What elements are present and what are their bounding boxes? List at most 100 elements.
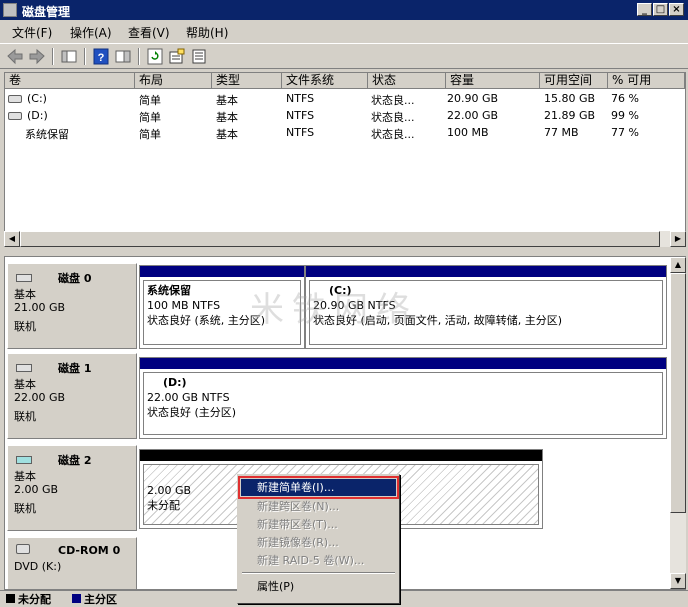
cell-free-space: 15.80 GB [544,92,596,105]
legend-unallocated: 未分配 [18,593,51,606]
unallocated-legend-swatch [6,594,15,603]
maximize-button[interactable]: □ [653,3,668,16]
column-header-status[interactable]: 状态 [368,73,446,89]
show-hide-console-tree-icon[interactable] [60,48,78,65]
disk-2-label[interactable]: 磁盘 2 基本 2.00 GB 联机 [7,445,137,531]
cell-percent-free: 76 % [611,92,639,105]
export-list-icon[interactable] [190,48,208,65]
context-menu: 新建简单卷(I)... 新建跨区卷(N)... 新建带区卷(T)... 新建镜像… [237,474,400,604]
menu-file[interactable]: 文件(F) [12,24,52,41]
cell-layout: 简单 [139,128,161,141]
cell-free-space: 21.89 GB [544,109,596,122]
cell-filesystem: NTFS [286,92,315,105]
disk-size: 22.00 GB [14,391,66,404]
menu-help[interactable]: 帮助(H) [186,24,228,41]
menu-separator [242,572,395,574]
window-title: 磁盘管理 [22,5,71,19]
volume-icon [8,95,22,103]
menu-item-new-mirrored-volume[interactable]: 新建镜像卷(R)... [241,534,396,551]
cell-filesystem: NTFS [286,126,315,139]
disk-name: 磁盘 2 [58,454,92,467]
disk-type: 基本 [14,288,36,301]
back-arrow-icon[interactable] [6,48,24,65]
cell-layout: 简单 [139,111,161,124]
column-header-free-space[interactable]: 可用空间 [540,73,608,89]
scroll-right-icon[interactable]: ▶ [670,231,686,247]
disk-status: 联机 [14,320,36,333]
disk-icon [16,456,32,464]
refresh-icon[interactable] [146,48,164,65]
unallocated-bar [140,450,542,461]
menu-item-new-spanned-volume[interactable]: 新建跨区卷(N)... [241,498,396,515]
menu-action[interactable]: 操作(A) [70,24,112,41]
scroll-down-icon[interactable]: ▼ [670,573,686,589]
disk-icon [16,364,32,372]
disk-status: 联机 [14,502,36,515]
menu-item-new-simple-volume[interactable]: 新建简单卷(I)... [238,476,399,499]
primary-partition-bar [140,266,304,277]
column-header-capacity[interactable]: 容量 [446,73,540,89]
disk-icon [16,274,32,282]
menu-item-new-striped-volume[interactable]: 新建带区卷(T)... [241,516,396,533]
disk-size: 2.00 GB [14,483,59,496]
close-button[interactable]: × [669,3,684,16]
scroll-up-icon[interactable]: ▲ [670,257,686,273]
column-header-filesystem[interactable]: 文件系统 [282,73,368,89]
cell-volume: 系统保留 [25,128,69,141]
menu-item-new-raid5-volume[interactable]: 新建 RAID-5 卷(W)... [241,552,396,569]
cell-capacity: 22.00 GB [447,109,499,122]
scroll-left-icon[interactable]: ◀ [4,231,20,247]
table-row[interactable]: (D:) 简单 基本 NTFS 状态良... 22.00 GB 21.89 GB… [5,108,685,124]
disk-name: 磁盘 1 [58,362,92,375]
scroll-thumb[interactable] [20,231,660,247]
menu-bar: 文件(F) 操作(A) 查看(V) 帮助(H) [0,20,688,42]
minimize-button[interactable]: _ [637,3,652,16]
cell-type: 基本 [216,111,238,124]
table-row[interactable]: (C:) 简单 基本 NTFS 状态良... 20.90 GB 15.80 GB… [5,91,685,107]
cell-status: 状态良... [371,111,415,124]
disk-name: 磁盘 0 [58,272,92,285]
cell-volume: (D:) [27,109,48,122]
forward-arrow-icon[interactable] [28,48,46,65]
partition-size: 22.00 GB NTFS [147,391,230,404]
title-bar: 磁盘管理 _ □ × [0,0,688,20]
cell-status: 状态良... [371,128,415,141]
table-row[interactable]: 系统保留 简单 基本 NTFS 状态良... 100 MB 77 MB 77 % [5,125,685,141]
watermark: 米铁网络 [250,290,418,330]
cell-free-space: 77 MB [544,126,579,139]
primary-legend-swatch [72,594,81,603]
partition-d[interactable]: (D:) 22.00 GB NTFS 状态良好 (主分区) [139,357,667,439]
volume-icon [8,112,22,120]
cell-percent-free: 99 % [611,109,639,122]
cdrom-0-label[interactable]: CD-ROM 0 DVD (K:) [7,537,137,589]
vertical-scrollbar[interactable]: ▲ ▼ [670,257,686,589]
cell-volume: (C:) [27,92,47,105]
cell-layout: 简单 [139,94,161,107]
menu-view[interactable]: 查看(V) [128,24,170,41]
disk-type: DVD (K:) [14,560,62,573]
disk-1-label[interactable]: 磁盘 1 基本 22.00 GB 联机 [7,353,137,439]
disk-0-label[interactable]: 磁盘 0 基本 21.00 GB 联机 [7,263,137,349]
properties-pane-icon[interactable] [114,48,132,65]
help-icon[interactable]: ? [92,48,110,65]
toolbar-separator [84,48,86,65]
horizontal-scrollbar[interactable]: ◀ ▶ [4,231,686,247]
cell-percent-free: 77 % [611,126,639,139]
disk-size: 21.00 GB [14,301,66,314]
column-header-type[interactable]: 类型 [212,73,282,89]
cell-capacity: 100 MB [447,126,489,139]
cell-type: 基本 [216,128,238,141]
column-header-percent-free[interactable]: % 可用 [608,73,685,89]
column-header-volume[interactable]: 卷 [5,73,135,89]
scroll-thumb[interactable] [670,273,686,513]
properties-icon[interactable] [168,48,186,65]
disk-management-app-icon [3,3,17,17]
toolbar-separator [138,48,140,65]
partition-status: 状态良好 (主分区) [147,406,237,419]
disk-name: CD-ROM 0 [58,544,121,557]
menu-item-properties[interactable]: 属性(P) [241,578,396,595]
column-header-layout[interactable]: 布局 [135,73,212,89]
volume-list[interactable]: 卷 布局 类型 文件系统 状态 容量 可用空间 % 可用 (C:) 简单 基本 … [4,72,686,247]
partition-name: (D:) [163,376,187,389]
cell-filesystem: NTFS [286,109,315,122]
